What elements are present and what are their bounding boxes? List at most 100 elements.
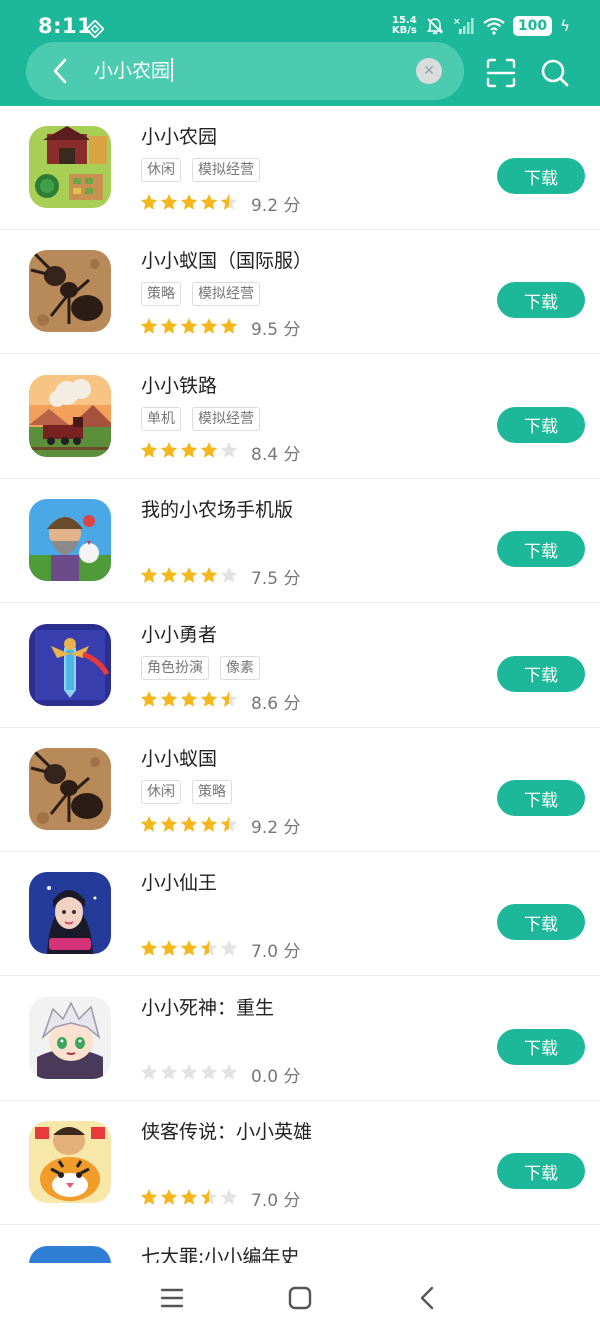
text-caret bbox=[171, 58, 173, 82]
app-title[interactable]: 侠客传说：小小英雄 bbox=[141, 1117, 312, 1144]
star-icon bbox=[200, 317, 218, 339]
download-button[interactable]: 下载 bbox=[497, 158, 585, 194]
app-icon[interactable] bbox=[29, 623, 111, 706]
rating: 0.0 分 bbox=[140, 1062, 300, 1087]
menu-icon[interactable] bbox=[157, 1283, 187, 1313]
result-item[interactable]: 小小仙王 7.0 分 下载 bbox=[0, 852, 600, 977]
rating: 8.6 分 bbox=[140, 689, 300, 714]
app-icon[interactable] bbox=[29, 748, 111, 830]
app-title[interactable]: 小小农园 bbox=[141, 122, 217, 149]
star-icon bbox=[200, 566, 218, 588]
result-item[interactable]: 侠客传说：小小英雄 7.0 分 下载 bbox=[0, 1101, 600, 1226]
top-header: 8:11 15.4 KB/s × 100 ϟ 小小农园 ✕ bbox=[0, 0, 600, 106]
result-item[interactable]: 小小勇者 角色扮演 像素 8.6 分 下载 bbox=[0, 604, 600, 728]
rating-score: 7.0 分 bbox=[251, 942, 301, 963]
download-button[interactable]: 下载 bbox=[497, 655, 585, 692]
star-rating bbox=[140, 815, 238, 837]
signal-icon: × bbox=[453, 17, 474, 34]
download-button[interactable]: 下载 bbox=[497, 1028, 585, 1065]
home-icon[interactable] bbox=[285, 1283, 315, 1313]
star-icon bbox=[180, 566, 198, 588]
search-input[interactable]: 小小农园 bbox=[94, 58, 173, 84]
status-indicators: 15.4 KB/s × 100 ϟ bbox=[392, 14, 570, 38]
star-icon bbox=[200, 193, 218, 215]
back-icon[interactable] bbox=[413, 1283, 443, 1313]
app-title[interactable]: 小小铁路 bbox=[141, 371, 217, 398]
star-icon bbox=[160, 317, 178, 339]
rating: 9.2 分 bbox=[140, 813, 300, 838]
result-item[interactable]: 小小蚁国 休闲 策略 9.2 分 下载 bbox=[0, 728, 600, 852]
star-icon bbox=[140, 690, 158, 712]
search-results-list[interactable]: 小小农园 休闲 模拟经营 9.2 分下载 小小蚁国（国际服） 策略 模拟经营 9.5 分下载小… bbox=[0, 106, 600, 1263]
rating-score: 7.0 分 bbox=[251, 1191, 301, 1212]
download-button[interactable]: 下载 bbox=[497, 282, 585, 319]
status-time: 8:11 bbox=[38, 14, 93, 38]
bell-muted-icon bbox=[426, 18, 443, 35]
star-icon bbox=[160, 1188, 178, 1210]
result-item[interactable]: 我的小农场手机版 7.5 分 下载 bbox=[0, 479, 600, 604]
star-icon bbox=[160, 441, 178, 463]
app-icon[interactable] bbox=[29, 1121, 111, 1204]
star-icon bbox=[160, 939, 178, 961]
star-icon bbox=[140, 193, 158, 215]
app-title[interactable]: 小小死神：重生 bbox=[141, 993, 274, 1020]
category-tag: 单机 bbox=[141, 406, 181, 431]
scan-icon[interactable] bbox=[484, 56, 518, 90]
app-title[interactable]: 小小勇者 bbox=[141, 620, 217, 647]
wifi-icon bbox=[483, 17, 505, 35]
rating-score: 9.2 分 bbox=[251, 196, 301, 216]
search-query: 小小农园 bbox=[94, 60, 171, 82]
category-tag: 策略 bbox=[192, 780, 232, 804]
download-button[interactable]: 下载 bbox=[497, 904, 585, 941]
app-icon[interactable] bbox=[29, 499, 111, 582]
category-tag: 像素 bbox=[220, 655, 260, 680]
rating-score: 8.4 分 bbox=[251, 444, 301, 465]
star-icon bbox=[180, 815, 198, 837]
result-item[interactable]: 七大罪:小小编年史 bbox=[0, 1226, 600, 1263]
rating-score: 7.5 分 bbox=[251, 569, 301, 590]
clear-icon[interactable]: ✕ bbox=[416, 58, 442, 84]
result-item[interactable]: 小小农园 休闲 模拟经营 9.2 分 下载 bbox=[0, 106, 600, 230]
star-icon bbox=[140, 1188, 158, 1210]
system-navbar bbox=[0, 1263, 600, 1333]
location-diamond-icon bbox=[86, 20, 104, 38]
star-icon bbox=[160, 1063, 178, 1085]
star-rating bbox=[140, 441, 238, 463]
app-title[interactable]: 七大罪:小小编年史 bbox=[141, 1242, 299, 1263]
app-title[interactable]: 小小仙王 bbox=[141, 868, 217, 895]
app-title[interactable]: 小小蚁国（国际服） bbox=[141, 246, 312, 273]
rating-score: 9.2 分 bbox=[251, 818, 301, 838]
result-item[interactable]: 小小铁路 单机 模拟经营 8.4 分 下载 bbox=[0, 355, 600, 479]
app-title[interactable]: 我的小农场手机版 bbox=[141, 495, 293, 522]
star-icon bbox=[180, 441, 198, 463]
rating-score: 9.5 分 bbox=[251, 320, 301, 341]
star-icon bbox=[140, 317, 158, 339]
download-button[interactable]: 下载 bbox=[497, 406, 585, 443]
download-button[interactable]: 下载 bbox=[497, 531, 585, 568]
star-icon bbox=[220, 939, 238, 961]
star-icon bbox=[200, 815, 218, 837]
download-button[interactable]: 下载 bbox=[497, 1153, 585, 1190]
star-icon bbox=[200, 1063, 218, 1085]
app-icon[interactable] bbox=[29, 996, 111, 1079]
app-icon[interactable] bbox=[29, 374, 111, 457]
search-box[interactable]: 小小农园 ✕ bbox=[26, 42, 464, 100]
app-icon[interactable] bbox=[29, 872, 111, 955]
app-icon[interactable] bbox=[29, 1245, 111, 1263]
back-arrow-icon[interactable] bbox=[40, 51, 80, 91]
result-item[interactable]: 小小蚁国（国际服） 策略 模拟经营 9.5 分 下载 bbox=[0, 230, 600, 355]
star-rating bbox=[140, 690, 238, 712]
app-icon[interactable] bbox=[29, 250, 111, 333]
star-icon bbox=[220, 1063, 238, 1085]
star-icon bbox=[180, 193, 198, 215]
star-icon bbox=[160, 690, 178, 712]
search-icon[interactable] bbox=[538, 56, 572, 90]
category-tag: 模拟经营 bbox=[192, 282, 260, 307]
star-icon bbox=[220, 441, 238, 463]
rating: 9.2 分 bbox=[140, 191, 300, 216]
result-item[interactable]: 小小死神：重生 0.0 分 下载 bbox=[0, 977, 600, 1101]
download-button[interactable]: 下载 bbox=[497, 780, 585, 816]
app-title[interactable]: 小小蚁国 bbox=[141, 744, 217, 771]
app-icon[interactable] bbox=[29, 126, 111, 208]
star-icon bbox=[220, 193, 238, 215]
